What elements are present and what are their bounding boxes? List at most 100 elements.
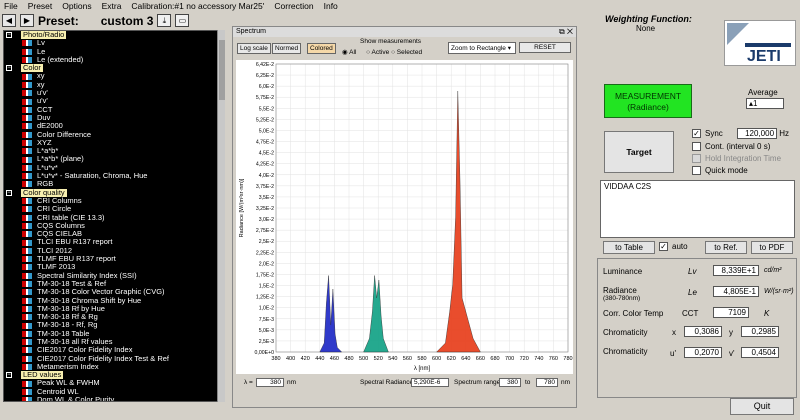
spectrum-series-1 (319, 275, 343, 353)
view-icon (22, 330, 32, 337)
colored-button[interactable]: Colored (307, 43, 336, 54)
spectrum-titlebar: Spectrum ⧉ ✕ (233, 27, 576, 37)
range-from-input[interactable]: 380 (499, 378, 521, 387)
u-symbol: u' (670, 349, 676, 358)
radio-active[interactable]: ○ Active (366, 49, 389, 56)
x-tick-label: 760 (549, 356, 558, 362)
y-tick-label: 5,5E-2 (259, 106, 274, 112)
to-ref-button[interactable]: to Ref. (705, 241, 747, 254)
cont-checkbox[interactable] (692, 142, 701, 152)
cct-symbol: CCT (682, 309, 699, 318)
luminance-symbol: Lv (688, 267, 697, 276)
view-icon (22, 314, 32, 321)
tree-item[interactable]: Dom.WL & Color Purity (4, 395, 224, 401)
x-tick-label: 600 (432, 356, 441, 362)
measurement-sublabel: (Radiance) (627, 102, 669, 112)
x-tick-label: 400 (286, 356, 295, 362)
y-tick-label: 5,25E-2 (256, 117, 274, 123)
view-icon (22, 164, 32, 171)
to-pdf-button[interactable]: to PDF (751, 241, 793, 254)
y-tick-label: 3,0E-2 (259, 217, 274, 223)
chevron-down-icon: ▾ (507, 45, 511, 52)
sync-checkbox[interactable]: ✓ (692, 129, 701, 139)
view-icon (22, 131, 32, 138)
menu-correction[interactable]: Correction (274, 1, 313, 11)
y-tick-label: 1,25E-2 (256, 295, 274, 301)
view-icon (22, 115, 32, 122)
view-icon (22, 156, 32, 163)
preset-download-button[interactable]: ⤓ (157, 14, 172, 27)
radio-selected[interactable]: ○ Selected (391, 49, 422, 56)
reset-button[interactable]: RESET (519, 42, 571, 53)
preset-next-button[interactable]: ▶ (20, 14, 34, 27)
radio-all[interactable]: ◉ All (342, 49, 356, 56)
average-input[interactable]: ▴1 (746, 98, 784, 109)
spectrum-plot-area[interactable]: 0,00E+0 2,5E-3 5,0E-3 7,5E-3 1,0E-2 1,25E-2 1,… (236, 60, 573, 374)
collapse-icon[interactable]: − (6, 65, 12, 72)
auto-label: auto (672, 242, 688, 251)
spectrum-chart: 0,00E+02,5E-35,0E-37,5E-31,0E-21,25E-21,… (239, 62, 573, 372)
view-tree[interactable]: − Photo/Radio Lv Le Le (extended) − Color xy xy u… (3, 30, 225, 402)
radiance-symbol: Le (688, 288, 697, 297)
auto-checkbox[interactable]: ✓ (659, 242, 668, 252)
weighting-title: Weighting Function: (605, 14, 692, 24)
collapse-icon[interactable]: − (6, 189, 12, 196)
collapse-icon[interactable]: − (6, 372, 12, 379)
window-controls[interactable]: ⧉ ✕ (559, 27, 573, 37)
window-icon: ▭ (178, 16, 187, 25)
preset-name[interactable]: custom 3 (101, 14, 154, 28)
y-tick-label: 2,0E-2 (259, 261, 274, 267)
radiance-sub: (380-780nm) (603, 295, 641, 302)
lambda-unit: nm (287, 379, 297, 386)
normed-button[interactable]: Normed (272, 43, 302, 54)
radiance-label: Radiance (603, 286, 637, 295)
collapse-icon[interactable]: − (6, 32, 12, 39)
menu-bar: File Preset Options Extra Calibration:#1… (0, 0, 800, 12)
x-tick-label: 700 (505, 356, 514, 362)
range-to-input[interactable]: 780 (536, 378, 558, 387)
menu-extra[interactable]: Extra (102, 1, 122, 11)
lambda-input[interactable]: 380 (256, 378, 284, 387)
preset-window-button[interactable]: ▭ (175, 14, 190, 27)
zoom-select[interactable]: Zoom to Rectangle ▾ (448, 42, 516, 54)
y-tick-label: 4,5E-2 (259, 151, 274, 157)
target-button[interactable]: Target (604, 131, 674, 173)
cont-label: Cont. (interval 0 s) (705, 142, 771, 151)
sync-input[interactable]: 120,000 (737, 128, 778, 139)
menu-options[interactable]: Options (62, 1, 91, 11)
to-table-button[interactable]: to Table (603, 241, 655, 254)
y-tick-label: 2,75E-2 (256, 228, 274, 234)
x-tick-label: 580 (417, 356, 426, 362)
comment-textarea[interactable]: VIDDAA C2S (600, 180, 795, 238)
close-icon[interactable]: ✕ (567, 27, 573, 36)
quick-checkbox[interactable] (692, 166, 701, 176)
view-icon (22, 81, 32, 88)
x-tick-label: 420 (301, 356, 310, 362)
quit-button[interactable]: Quit (730, 398, 794, 415)
menu-info[interactable]: Info (324, 1, 338, 11)
tree-scrollbar[interactable] (217, 30, 225, 402)
menu-file[interactable]: File (4, 1, 18, 11)
cont-row: Cont. (interval 0 s) (692, 142, 771, 152)
average-label: Average (748, 88, 778, 97)
sync-label: Sync (705, 129, 723, 138)
radiance-value: 4,805E-1 (713, 286, 759, 297)
lambda-label: λ = (244, 379, 253, 386)
y-tick-label: 2,5E-3 (259, 339, 274, 345)
measurement-button[interactable]: MEASUREMENT (Radiance) (604, 84, 692, 118)
luminance-unit: cd/m² (764, 267, 782, 274)
x-tick-label: 740 (534, 356, 543, 362)
view-icon (22, 73, 32, 80)
spectrum-series-2 (363, 275, 389, 353)
menu-calibration[interactable]: Calibration:#1 no accessory Mar25' (131, 1, 264, 11)
preset-prev-button[interactable]: ◀ (2, 14, 16, 27)
hold-checkbox (692, 154, 701, 164)
log-scale-button[interactable]: Log scale (237, 43, 271, 54)
x-tick-label: 640 (461, 356, 470, 362)
view-icon (22, 339, 32, 346)
menu-preset[interactable]: Preset (28, 1, 53, 11)
spectral-radiance-value: 5,290E-6 (411, 378, 449, 387)
y-tick-label: 6,25E-2 (256, 73, 274, 79)
scroll-thumb[interactable] (219, 40, 225, 100)
restore-icon[interactable]: ⧉ (559, 27, 565, 36)
